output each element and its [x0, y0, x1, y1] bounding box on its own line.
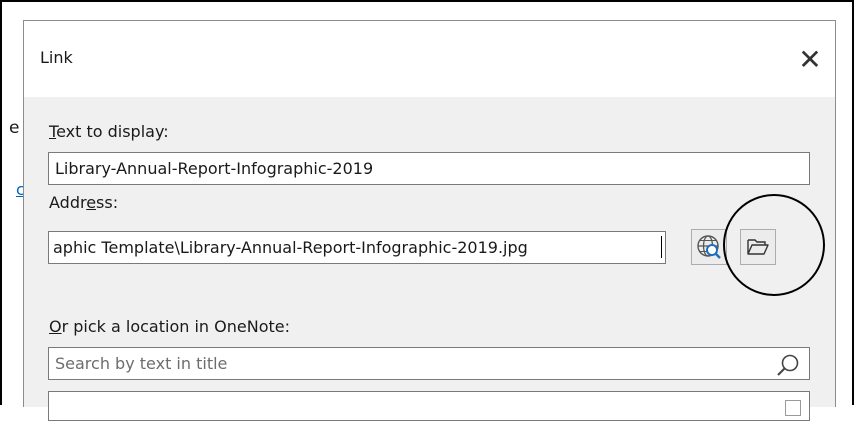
link-dialog: Link ✕ Text to display: Library-Annual-R…	[23, 20, 836, 421]
browse-web-icon	[697, 235, 721, 259]
expand-icon[interactable]	[785, 400, 801, 416]
search-icon	[777, 354, 799, 376]
annotation-circle	[723, 194, 825, 296]
onenote-search-input[interactable]: Search by text in title	[48, 347, 810, 380]
address-field[interactable]: aphic Template\Library-Annual-Report-Inf…	[48, 231, 666, 264]
close-button[interactable]: ✕	[785, 39, 835, 79]
close-icon: ✕	[798, 42, 822, 76]
text-to-display-field[interactable]: Library-Annual-Report-Infographic-2019	[48, 152, 810, 185]
background-document-text: e	[9, 118, 20, 138]
address-label: Address:	[49, 193, 119, 212]
onenote-location-list[interactable]	[48, 391, 810, 421]
dialog-titlebar: Link ✕	[24, 21, 835, 97]
text-caret	[661, 236, 662, 258]
text-to-display-label: Text to display:	[49, 122, 169, 141]
onenote-location-label: Or pick a location in OneNote:	[49, 317, 290, 336]
browse-web-button[interactable]	[691, 229, 727, 265]
dialog-title: Link	[40, 48, 73, 67]
